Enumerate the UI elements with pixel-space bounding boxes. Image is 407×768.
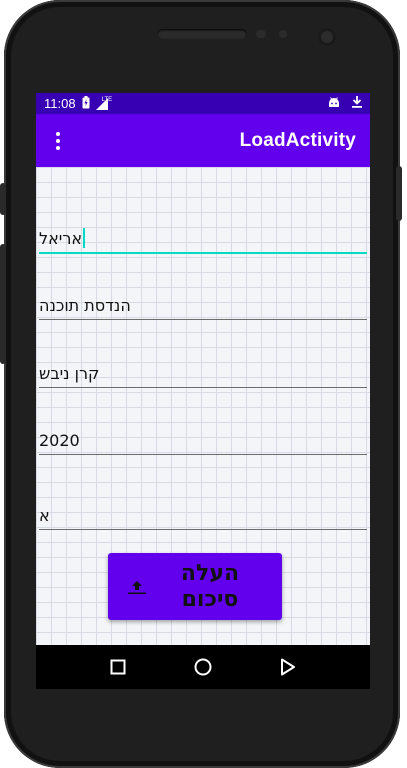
semester-value: א [39, 506, 50, 525]
upload-button-label: העלה סיכום [148, 561, 272, 613]
semester-field[interactable]: א [39, 490, 367, 530]
back-triangle-icon [280, 658, 295, 676]
battery-charging-icon [82, 95, 90, 112]
home-button[interactable] [193, 657, 213, 677]
upload-label-line-2: סיכום [181, 586, 239, 612]
status-bar: 11:08 LTE [36, 93, 370, 114]
lecturer-value: קרן ניבש [39, 364, 100, 383]
android-robot-icon [328, 96, 340, 111]
department-value: הנדסת תוכנה [39, 296, 131, 315]
light-sensor [279, 30, 287, 38]
front-camera [318, 28, 336, 46]
home-circle-icon [194, 658, 212, 676]
navigation-bar [36, 645, 370, 689]
volume-up-button [0, 183, 6, 215]
first-name-field[interactable]: אריאל [39, 214, 367, 254]
lte-signal-icon: LTE [95, 96, 113, 110]
back-button[interactable] [278, 657, 298, 677]
app-title: LoadActivity [239, 129, 356, 151]
overflow-menu-icon[interactable] [50, 131, 66, 150]
proximity-sensor [256, 30, 266, 38]
upload-summary-button[interactable]: העלה סיכום [108, 553, 282, 620]
app-bar: LoadActivity [36, 114, 370, 167]
recents-button[interactable] [108, 657, 128, 677]
upload-icon [126, 579, 148, 595]
text-cursor [83, 228, 85, 248]
status-time: 11:08 [44, 96, 76, 111]
earpiece-speaker [157, 29, 247, 39]
year-field[interactable]: 2020 [39, 415, 367, 455]
volume-down-button [0, 244, 6, 364]
device-screen: 11:08 LTE LoadActivity אריאל הנדסת תוכנה… [36, 93, 370, 689]
lecturer-field[interactable]: קרן ניבש [39, 348, 367, 388]
network-type-label: LTE [101, 96, 113, 103]
power-button [396, 166, 402, 221]
content-area: אריאל הנדסת תוכנה קרן ניבש 2020 א העלה ס… [36, 167, 370, 645]
recents-square-icon [110, 659, 126, 675]
first-name-value: אריאל [39, 229, 83, 248]
upload-label-line-1: העלה [180, 560, 240, 586]
year-value: 2020 [39, 431, 80, 450]
department-field[interactable]: הנדסת תוכנה [39, 280, 367, 320]
download-icon [352, 96, 362, 111]
